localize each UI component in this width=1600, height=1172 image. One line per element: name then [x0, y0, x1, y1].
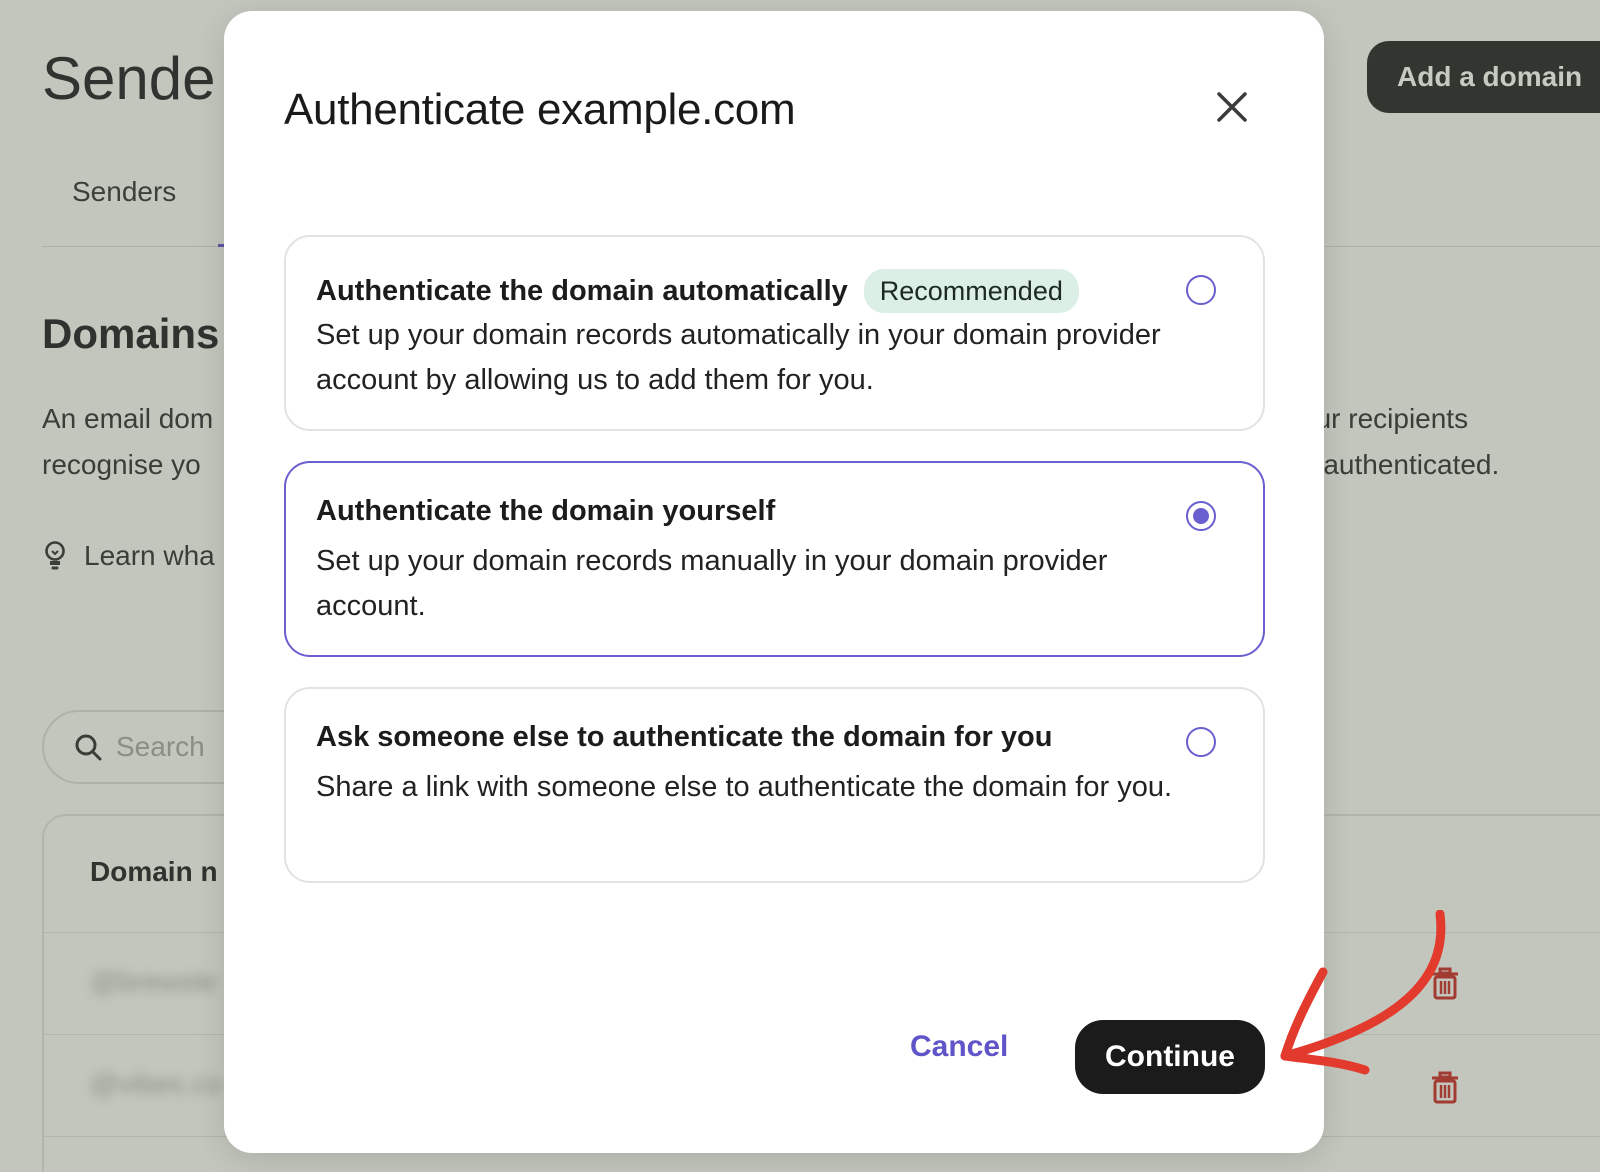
- dialog-title: Authenticate example.com: [284, 85, 796, 134]
- continue-button[interactable]: Continue: [1075, 1020, 1265, 1094]
- authenticate-dialog: Authenticate example.com Authenticate th…: [224, 11, 1324, 1153]
- option-automatic[interactable]: Authenticate the domain automatically Re…: [284, 235, 1265, 431]
- learn-link-label: Learn wha: [84, 540, 215, 571]
- page-title: Sende: [42, 45, 216, 112]
- option-ask-someone[interactable]: Ask someone else to authenticate the dom…: [284, 687, 1265, 883]
- option-yourself[interactable]: Authenticate the domain yourself Set up …: [284, 461, 1265, 657]
- search-icon: [75, 734, 102, 761]
- option-description: Set up your domain records automatically…: [316, 319, 1161, 396]
- annotation-arrow: [1280, 910, 1446, 1075]
- option-header: Authenticate the domain automatically Re…: [316, 269, 1079, 313]
- radio-icon[interactable]: [1186, 727, 1216, 757]
- close-icon[interactable]: [1214, 89, 1250, 125]
- table-row: @brewste: [90, 966, 217, 997]
- cancel-button[interactable]: Cancel: [910, 1011, 1008, 1083]
- option-title: Authenticate the domain automatically: [316, 274, 848, 307]
- option-description: Share a link with someone else to authen…: [316, 771, 1173, 803]
- description-line: An email dom: [42, 403, 214, 434]
- description-line: e authenticated.: [1300, 449, 1500, 480]
- table-row: @vibes.co: [90, 1068, 222, 1099]
- description-line: our recipients: [1300, 403, 1469, 434]
- option-description: Set up your domain records manually in y…: [316, 545, 1108, 622]
- recommended-badge: Recommended: [863, 269, 1079, 313]
- description-line: recognise yo: [42, 449, 201, 480]
- add-domain-button[interactable]: Add a domain: [1367, 41, 1600, 113]
- option-header: Ask someone else to authenticate the dom…: [316, 721, 1052, 754]
- section-description-right: our recipients e authenticated.: [1300, 396, 1499, 488]
- tab-senders[interactable]: Senders: [72, 176, 176, 208]
- radio-icon[interactable]: [1186, 275, 1216, 305]
- search-placeholder: Search: [116, 731, 205, 762]
- learn-link[interactable]: Learn wha: [44, 540, 215, 572]
- option-title: Ask someone else to authenticate the dom…: [316, 721, 1053, 753]
- section-title: Domains: [42, 310, 220, 357]
- table-header-domain: Domain n: [90, 856, 218, 887]
- section-description-left: An email dom recognise yo: [42, 396, 213, 488]
- option-title: Authenticate the domain yourself: [316, 495, 776, 527]
- option-header: Authenticate the domain yourself: [316, 495, 775, 528]
- lightbulb-icon: [45, 541, 65, 570]
- radio-icon[interactable]: [1186, 501, 1216, 531]
